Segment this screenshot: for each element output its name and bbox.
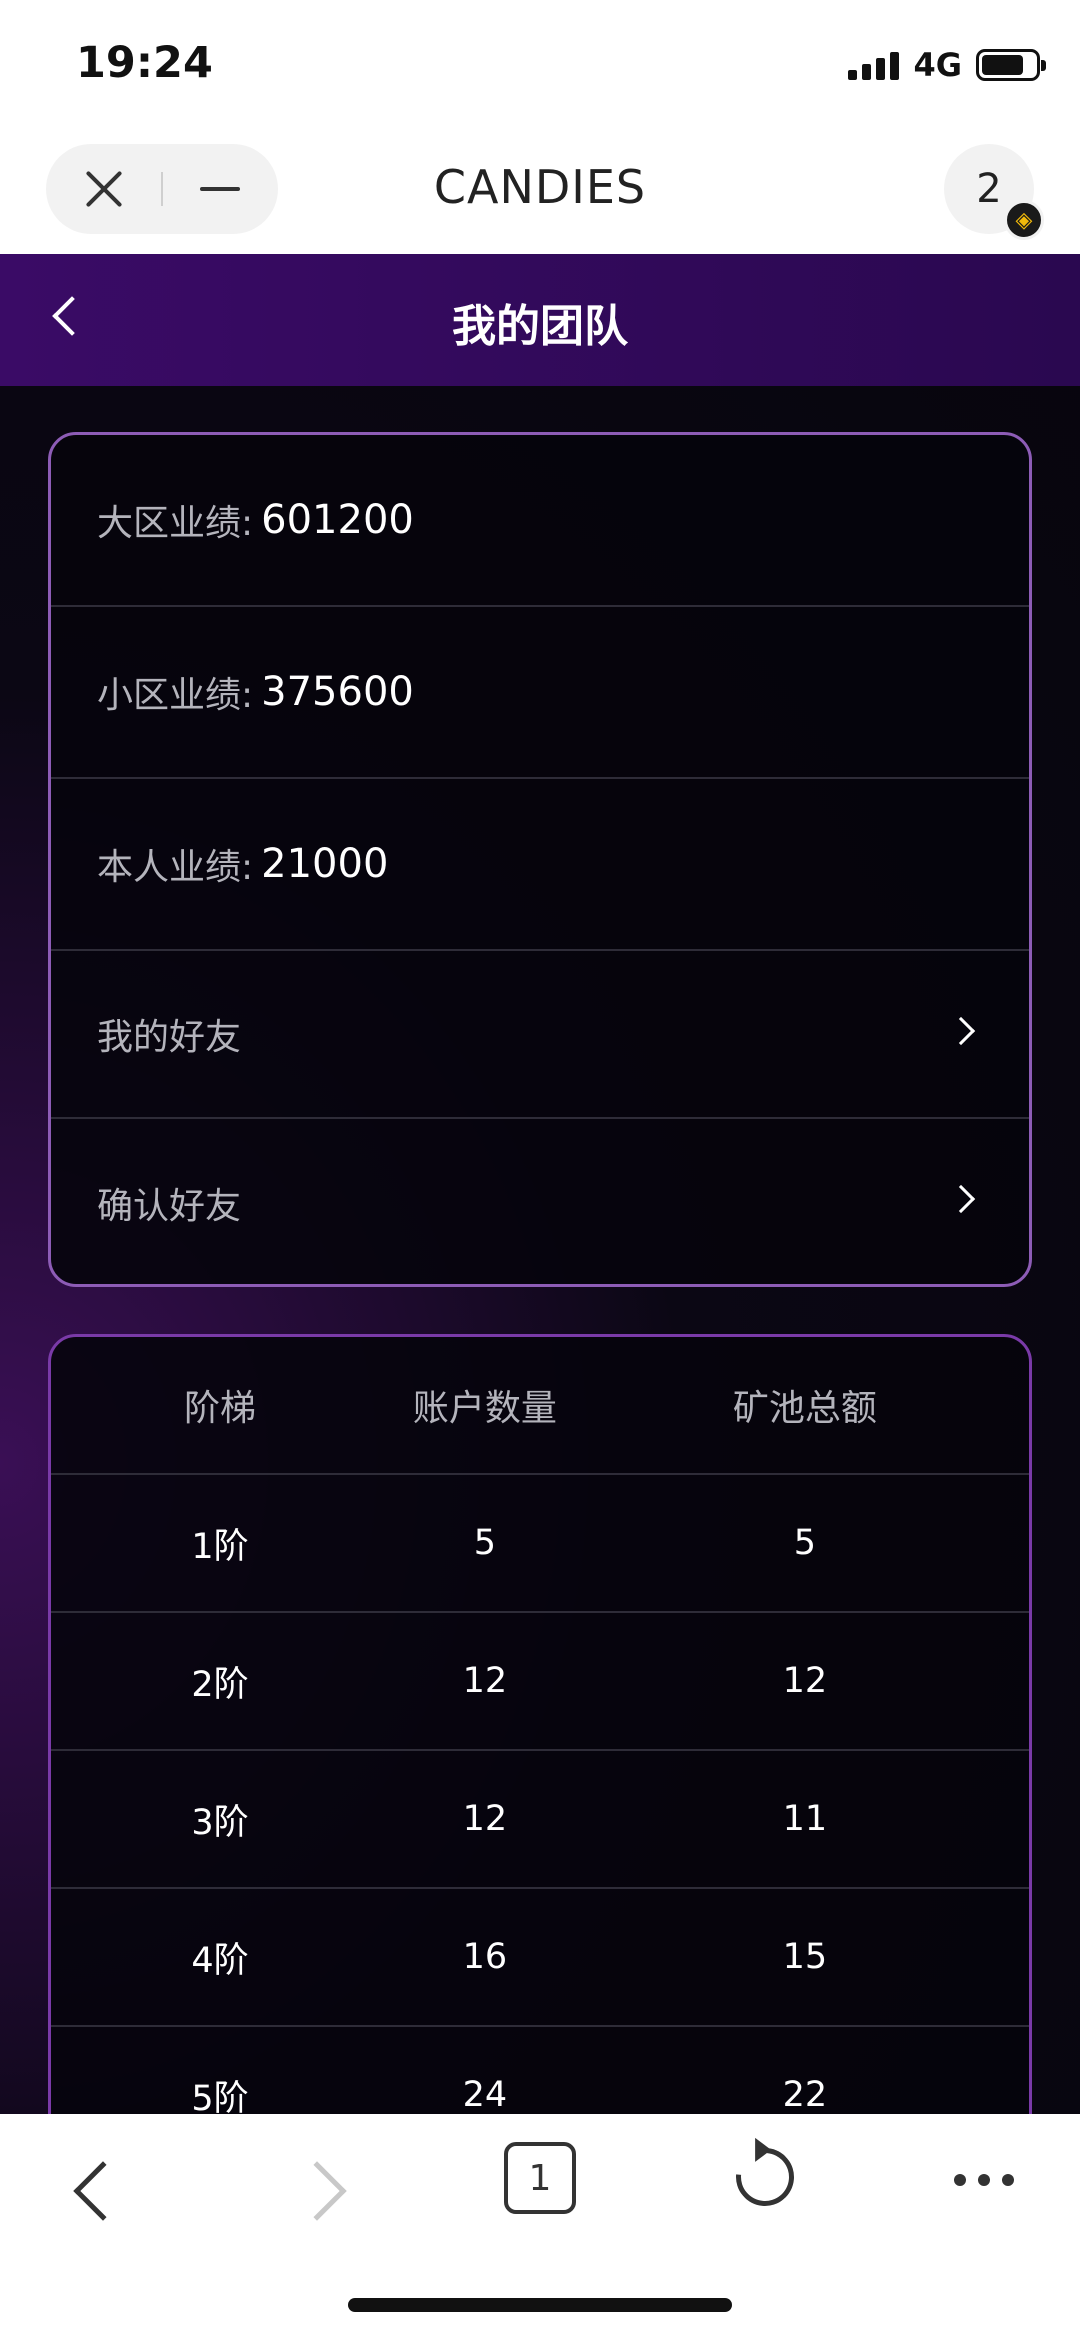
confirm-friends-link[interactable]: 确认好友 (51, 1119, 1029, 1287)
app-content: 我的团队 大区业绩: 601200 小区业绩: 375600 本人业绩: 210… (0, 254, 1080, 2114)
table-row: 4阶 16 15 (51, 1889, 1029, 2027)
link-label: 我的好友 (97, 1017, 242, 1058)
forward-icon[interactable] (287, 2161, 347, 2221)
page-title: 我的团队 (452, 301, 628, 352)
my-friends-link[interactable]: 我的好友 (51, 951, 1029, 1119)
tier-cell: 2阶 (191, 1664, 249, 1705)
performance-card: 大区业绩: 601200 小区业绩: 375600 本人业绩: 21000 我的… (48, 432, 1032, 1287)
table-header: 阶梯 账户数量 矿池总额 (51, 1337, 1029, 1475)
tabs-button[interactable]: 1 (504, 2142, 576, 2214)
table-row: 1阶 5 5 (51, 1475, 1029, 1613)
row-value: 375600 (261, 669, 414, 715)
pool-cell: 15 (782, 1937, 828, 1977)
performance-row-small: 小区业绩: 375600 (51, 607, 1029, 779)
tab-count: 2 (976, 166, 1002, 212)
link-label: 确认好友 (97, 1186, 242, 1227)
column-header-pool: 矿池总额 (732, 1388, 877, 1429)
status-indicators: 4G (848, 46, 1046, 84)
row-value: 21000 (261, 841, 389, 887)
chevron-right-icon (946, 1184, 976, 1214)
status-time: 19:24 (76, 38, 213, 88)
performance-row-self: 本人业绩: 21000 (51, 779, 1029, 951)
pool-cell: 11 (782, 1799, 828, 1839)
row-label: 小区业绩: (97, 675, 254, 716)
accounts-cell: 5 (473, 1523, 496, 1563)
tiers-table: 阶梯 账户数量 矿池总额 1阶 5 5 2阶 12 12 3阶 12 11 4阶… (48, 1334, 1032, 2114)
tier-cell: 4阶 (191, 1940, 249, 1981)
column-header-accounts: 账户数量 (412, 1388, 557, 1429)
tab-switcher-button[interactable]: 2 ◈ (944, 144, 1044, 240)
chevron-right-icon (946, 1016, 976, 1046)
pool-cell: 12 (782, 1661, 828, 1701)
accounts-cell: 24 (462, 2075, 508, 2114)
performance-row-large: 大区业绩: 601200 (51, 435, 1029, 607)
tier-cell: 1阶 (191, 1526, 249, 1567)
app-header: 我的团队 (0, 254, 1080, 386)
row-value: 601200 (261, 497, 414, 543)
accounts-cell: 16 (462, 1937, 508, 1977)
tier-cell: 3阶 (191, 1802, 249, 1843)
tabs-count: 1 (528, 2157, 552, 2199)
tier-cell: 5阶 (191, 2078, 249, 2115)
table-row: 5阶 24 22 (51, 2027, 1029, 2114)
table-row: 3阶 12 11 (51, 1751, 1029, 1889)
back-icon[interactable] (73, 2161, 133, 2221)
status-bar: 19:24 4G (0, 0, 1080, 130)
browser-bottom-bar: 1 (0, 2114, 1080, 2339)
pool-cell: 22 (782, 2075, 828, 2114)
browser-top-bar: CANDIES 2 ◈ (0, 130, 1080, 254)
accounts-cell: 12 (462, 1799, 508, 1839)
app-logo-icon: ◈ (1004, 200, 1044, 240)
more-icon[interactable] (954, 2174, 1014, 2186)
table-row: 2阶 12 12 (51, 1613, 1029, 1751)
reload-icon[interactable] (724, 2136, 806, 2218)
signal-icon (848, 50, 900, 80)
battery-icon (976, 49, 1046, 81)
browser-title: CANDIES (433, 160, 647, 214)
row-label: 大区业绩: (97, 503, 254, 544)
column-header-tier: 阶梯 (183, 1388, 256, 1429)
network-type: 4G (913, 46, 962, 84)
pool-cell: 5 (793, 1523, 817, 1563)
accounts-cell: 12 (462, 1661, 508, 1701)
home-indicator (348, 2298, 732, 2312)
row-label: 本人业绩: (97, 847, 254, 888)
